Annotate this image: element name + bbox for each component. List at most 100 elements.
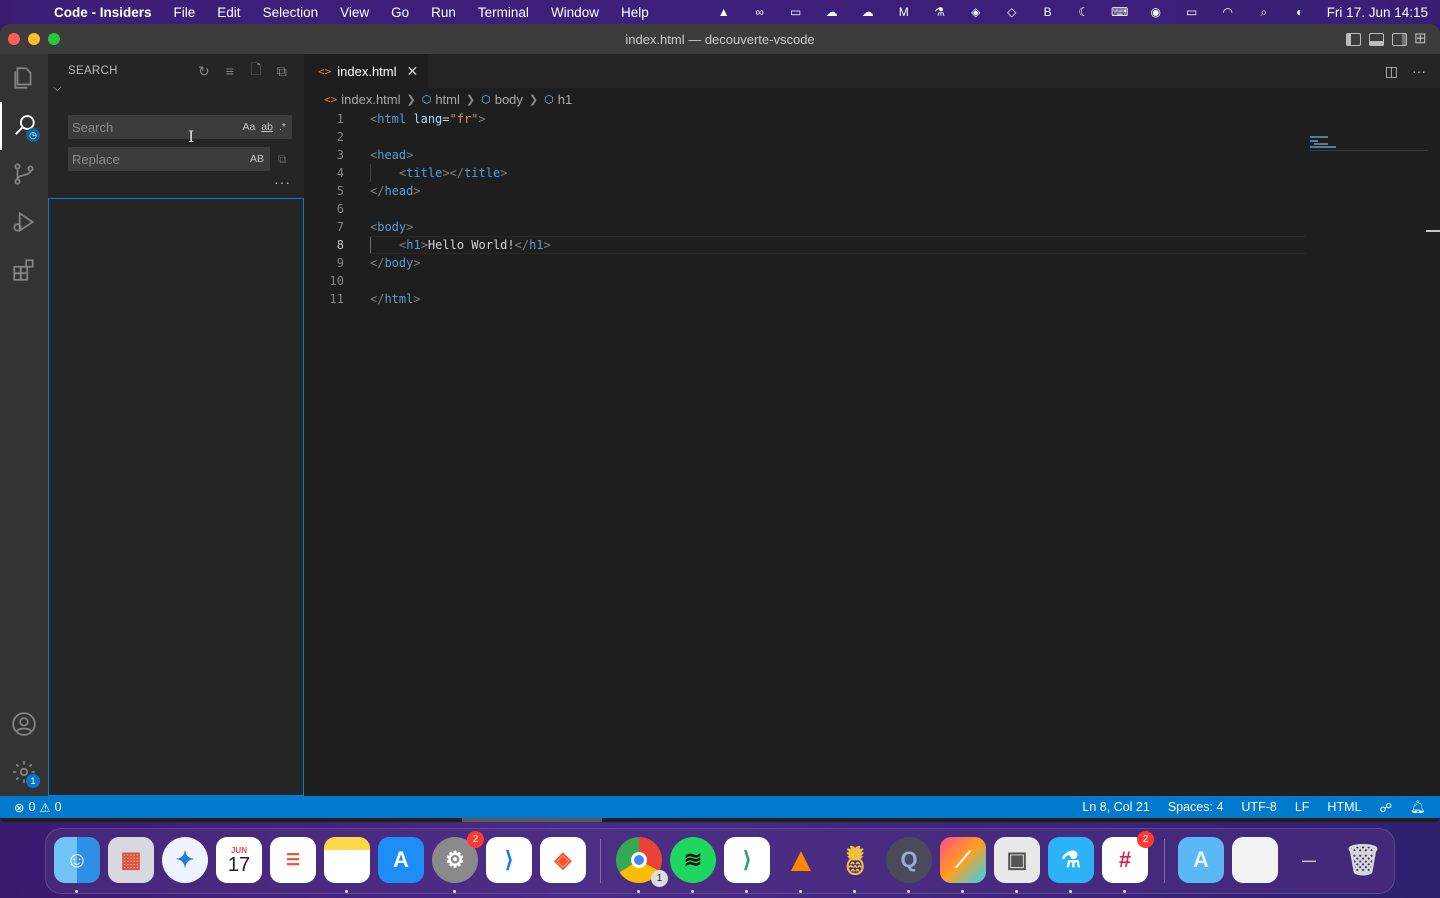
toggle-secondary-sidebar-icon[interactable] [1392, 32, 1407, 46]
mimestream-icon[interactable]: M [895, 5, 913, 19]
encoding[interactable]: UTF-8 [1241, 800, 1276, 814]
minimap[interactable] [1310, 134, 1428, 154]
end-of-line[interactable]: LF [1295, 800, 1310, 814]
toggle-panel-icon[interactable] [1369, 32, 1384, 46]
menu-run[interactable]: Run [420, 5, 467, 20]
search-input[interactable] [72, 119, 202, 135]
source-control-icon[interactable] [0, 150, 48, 198]
dock-vscode-icon[interactable]: ⟩ [486, 837, 532, 883]
toggle-primary-sidebar-icon[interactable] [1346, 32, 1361, 46]
explorer-icon[interactable] [0, 54, 48, 102]
dock-quicktime-icon[interactable]: Q [886, 837, 932, 883]
replace-field[interactable]: AB [68, 147, 270, 171]
bitwarden-icon[interactable]: ◈ [967, 5, 985, 19]
menu-go[interactable]: Go [380, 5, 420, 20]
menubar-clock[interactable]: Fri 17. Jun 14:15 [1327, 5, 1428, 20]
vlc-icon[interactable]: ▲ [715, 5, 733, 19]
dock-testflight-icon[interactable]: ⚗ [1048, 837, 1094, 883]
dock-slack-icon[interactable]: # 2 [1102, 831, 1154, 883]
wifi-icon[interactable]: ◠ [1219, 5, 1237, 19]
dock-pixelmator-icon[interactable]: ⟋ [940, 837, 986, 883]
manage-gear-icon[interactable]: 1 [0, 748, 48, 796]
menu-edit[interactable]: Edit [206, 5, 251, 20]
menu-help[interactable]: Help [610, 5, 660, 20]
menu-view[interactable]: View [329, 5, 380, 20]
dock-calendar-icon[interactable]: JUN 17 [216, 837, 262, 883]
search-field[interactable]: Aa ab .* [68, 115, 292, 139]
close-window-button[interactable] [8, 33, 20, 45]
tab-index-html[interactable]: <> index.html ✕ [304, 54, 428, 88]
feedback-icon[interactable]: ☍ [1379, 800, 1392, 815]
breadcrumb-body[interactable]: body [495, 92, 523, 107]
dock-chrome-icon[interactable]: 1 [616, 837, 668, 887]
zoom-window-button[interactable] [48, 33, 60, 45]
horizontal-scroll-handle[interactable] [462, 818, 602, 822]
dock-documents-icon[interactable] [1232, 837, 1278, 883]
dock-notes-icon[interactable] [324, 837, 370, 883]
dock-safari-icon[interactable]: ✦ [162, 837, 208, 883]
account-icon[interactable] [0, 700, 48, 748]
toggle-replace-chevron-icon[interactable]: ⌵ [53, 82, 61, 95]
battery-icon[interactable]: ▭ [1183, 5, 1201, 19]
dock-system-preferences-icon[interactable]: ⚙ 2 [432, 831, 484, 883]
dock-spotify-icon[interactable]: ≋ [670, 837, 716, 883]
creative-cloud-icon[interactable]: ∞ [751, 5, 769, 19]
menu-file[interactable]: File [163, 5, 207, 20]
more-actions-icon[interactable]: ··· [1412, 63, 1426, 79]
dock-downloads-icon[interactable]: — [1286, 837, 1332, 883]
moon-icon[interactable]: ☾ [1075, 5, 1093, 19]
menu-selection[interactable]: Selection [252, 5, 330, 20]
bbedit-icon[interactable]: B [1039, 5, 1057, 19]
keyboard-icon[interactable]: ⌨ [1111, 5, 1129, 19]
dock-cocktail-icon[interactable]: 🍍︎ [832, 837, 878, 883]
menu-window[interactable]: Window [540, 5, 610, 20]
search-icon[interactable]: ⌕ [1255, 5, 1273, 19]
dock-trash-icon[interactable]: 🗑︎ [1340, 837, 1386, 883]
cloudapp-icon[interactable]: ☁ [859, 5, 877, 19]
breadcrumb-h1[interactable]: h1 [558, 92, 572, 107]
preserve-case-toggle[interactable]: AB [250, 153, 264, 165]
dock-code-insiders-icon[interactable]: ⟩ [724, 837, 770, 883]
control-center-icon[interactable]: ◐ [1291, 5, 1309, 19]
dock-launchpad-icon[interactable]: ▦ [108, 837, 154, 883]
regex-toggle[interactable]: .* [279, 121, 286, 133]
play-icon[interactable]: ◉ [1147, 5, 1165, 19]
whole-word-toggle[interactable]: ab [261, 121, 273, 133]
problems-indicator[interactable]: ⊗ 0 ⚠ 0 [0, 800, 62, 815]
run-debug-icon[interactable] [0, 198, 48, 246]
extensions-icon[interactable] [0, 246, 48, 294]
search-icon[interactable]: ◷ [0, 102, 48, 150]
indentation[interactable]: Spaces: 4 [1168, 800, 1224, 814]
weather-icon[interactable]: ☁ [823, 5, 841, 19]
menu-terminal[interactable]: Terminal [467, 5, 540, 20]
code-token: "fr" [449, 112, 479, 126]
error-count: 0 [28, 800, 36, 814]
dock-vlc-icon[interactable]: ▲ [778, 837, 824, 883]
dock-finder-icon[interactable]: ☺ [54, 837, 100, 883]
customize-layout-icon[interactable] [1414, 29, 1430, 47]
vpn-icon[interactable]: ◇ [1003, 5, 1021, 19]
dock-app-store-icon[interactable]: A [378, 837, 424, 883]
dock-reminders-icon[interactable]: ☰ [270, 837, 316, 883]
replace-input[interactable] [72, 151, 202, 167]
toggle-search-details-icon[interactable]: ··· [274, 174, 291, 190]
split-editor-icon[interactable]: ◫ [1385, 63, 1398, 80]
code-editor[interactable]: 1 <html lang="fr"> 2 3 <head> 4 <title><… [304, 110, 1306, 308]
language-mode[interactable]: HTML [1327, 800, 1361, 814]
dock-applications-folder-icon[interactable]: A [1178, 837, 1224, 883]
match-case-toggle[interactable]: Aa [242, 121, 255, 133]
menu-app-name[interactable]: Code - Insiders [52, 5, 163, 20]
breadcrumb-html[interactable]: html [435, 92, 460, 107]
mac-menubar: Code - Insiders File Edit Selection View… [0, 0, 1440, 24]
flask-icon[interactable]: ⚗ [931, 5, 949, 19]
minimize-window-button[interactable] [28, 33, 40, 45]
screen-icon[interactable]: ▭ [787, 5, 805, 19]
replace-all-icon[interactable]: ⧉ [278, 152, 292, 166]
dock-preview-icon[interactable]: ▣ [994, 837, 1040, 883]
breadcrumb-file[interactable]: index.html [341, 92, 400, 107]
cursor-position[interactable]: Ln 8, Col 21 [1082, 800, 1149, 814]
notifications-bell-icon[interactable]: 🔔︎ [1410, 800, 1426, 815]
close-tab-icon[interactable]: ✕ [407, 63, 419, 80]
dock-brave-icon[interactable]: ◈ [540, 837, 586, 883]
warning-count: 0 [54, 800, 62, 814]
